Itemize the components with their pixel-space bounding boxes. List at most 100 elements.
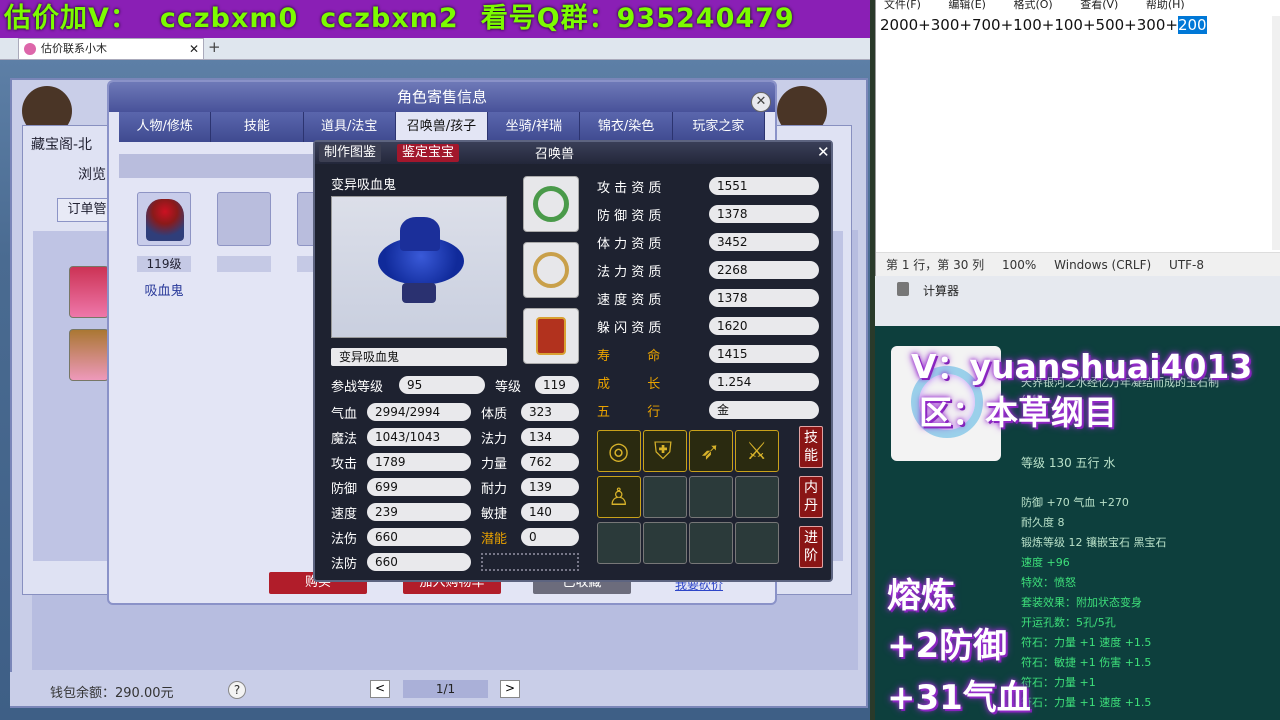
stat-label-hp: 气血 <box>331 407 358 422</box>
tab-character[interactable]: 人物/修炼 <box>119 112 212 142</box>
stat-value-endurance: 139 <box>521 478 579 496</box>
bow-skill-icon: ➶ <box>700 437 721 465</box>
tab-mounts[interactable]: 坐骑/祥瑞 <box>488 112 581 142</box>
scrollbar[interactable] <box>1272 16 1280 250</box>
growth-value: 1.254 <box>709 373 819 391</box>
help-button[interactable]: ? <box>228 681 246 699</box>
stat-value-mp: 1043/1043 <box>367 428 471 446</box>
item-attr-8: 符石：力量 +1 速度 +1.5 <box>1021 636 1152 649</box>
notepad-window: 文件(F) 编辑(E) 格式(O) 查看(V) 帮助(H) 2000+300+7… <box>875 0 1280 276</box>
sword-skill-icon: ⚔ <box>746 437 768 465</box>
tab-pets[interactable]: 召唤兽/孩子 <box>395 112 489 142</box>
pet-slot-1[interactable] <box>137 192 191 246</box>
menu-format[interactable]: 格式(O) <box>1013 0 1052 11</box>
prev-page-button[interactable]: < <box>370 680 390 698</box>
status-line-ending: Windows (CRLF) <box>1054 258 1152 272</box>
pet-detail-panel: 制作图鉴 鉴定宝宝 召唤兽 ✕ 变异吸血鬼 变异吸血鬼 参战等级 95 等级 1… <box>313 140 833 582</box>
pet-slot-name: 吸血鬼 <box>144 284 184 299</box>
battle-level-label: 参战等级 <box>331 380 384 395</box>
menu-file[interactable]: 文件(F) <box>884 0 921 11</box>
aptitude-value-defense: 1378 <box>709 205 819 223</box>
pet-panel-title: 召唤兽 <box>535 147 575 162</box>
dialog-title: 角色寄售信息 <box>396 88 487 106</box>
stat-value-magic-defense: 660 <box>367 553 471 571</box>
skill-slot-2[interactable]: ⛨ <box>643 430 687 472</box>
stat-label-mp: 魔法 <box>331 432 358 447</box>
pet-name-field[interactable]: 变异吸血鬼 <box>331 348 507 366</box>
battle-level-value: 95 <box>399 376 485 394</box>
stat-label-agility: 敏捷 <box>481 507 508 522</box>
skill-slot-4[interactable]: ⚔ <box>735 430 779 472</box>
stat-value-attack: 1789 <box>367 453 471 471</box>
decorative-pattern <box>481 553 579 571</box>
skill-slot-10[interactable] <box>643 522 687 564</box>
promo-banner: 估价加V： cczbxm0 cczbxm2 看号Q群：935240479 <box>0 0 870 38</box>
skills-side-button[interactable]: 技能 <box>799 426 823 468</box>
item-attr-1: 防御 +70 气血 +270 <box>1021 496 1129 509</box>
browse-tab[interactable]: 浏览 <box>78 164 106 184</box>
tab-outfits[interactable]: 锦衣/染色 <box>580 112 673 142</box>
aptitude-label-stamina: 体 力 资 质 <box>597 237 662 252</box>
item-attr-9: 符石：敏捷 +1 伤害 +1.5 <box>1021 656 1152 669</box>
equip-slot-1[interactable] <box>523 176 579 232</box>
skill-slot-9[interactable] <box>597 522 641 564</box>
browser-tab[interactable]: 估价联系小木 ✕ <box>18 38 204 59</box>
banner-text-4: 看号Q群：935240479 <box>480 3 795 34</box>
stat-label-constitution: 体质 <box>481 407 508 422</box>
skill-slot-1[interactable]: ◎ <box>597 430 641 472</box>
stat-label-strength: 力量 <box>481 457 508 472</box>
tab-home[interactable]: 玩家之家 <box>672 112 765 142</box>
new-tab-button[interactable]: + <box>208 38 221 56</box>
equip-slot-3[interactable] <box>523 308 579 364</box>
equip-slot-2[interactable] <box>523 242 579 298</box>
notepad-menubar: 文件(F) 编辑(E) 格式(O) 查看(V) 帮助(H) <box>876 0 1280 12</box>
make-catalog-button[interactable]: 制作图鉴 <box>319 144 382 162</box>
armor-icon <box>536 317 566 355</box>
item-attr-6: 套装效果：附加状态变身 <box>1021 596 1142 609</box>
stat-value-agility: 140 <box>521 503 579 521</box>
next-page-button[interactable]: > <box>500 680 520 698</box>
stat-label-magic-damage: 法伤 <box>331 532 358 547</box>
character-portrait-2[interactable] <box>69 329 109 381</box>
skill-slot-8[interactable] <box>735 476 779 518</box>
stat-label-endurance: 耐力 <box>481 482 508 497</box>
page-indicator: 1/1 <box>403 680 488 698</box>
menu-edit[interactable]: 编辑(E) <box>948 0 986 11</box>
skill-slot-3[interactable]: ➶ <box>689 430 733 472</box>
notepad-text-area[interactable]: 2000+300+700+100+100+500+300+200 <box>880 16 1207 34</box>
menu-view[interactable]: 查看(V) <box>1080 0 1118 11</box>
pet-slot-2[interactable] <box>217 192 271 246</box>
item-attr-7: 开运孔数：5孔/5孔 <box>1021 616 1116 629</box>
browser-tab-title: 估价联系小木 <box>41 42 107 55</box>
skill-slot-5[interactable]: ♙ <box>597 476 641 518</box>
item-attr-3: 锻炼等级 12 镶嵌宝石 黑宝石 <box>1021 536 1167 549</box>
inner-core-side-button[interactable]: 内丹 <box>799 476 823 518</box>
pet-slot-level: 119级 <box>137 256 191 272</box>
tab-skills[interactable]: 技能 <box>211 112 304 142</box>
stat-value-hp: 2994/2994 <box>367 403 471 421</box>
overlay-smelt: 熔炼 <box>887 576 955 616</box>
skill-slot-12[interactable] <box>735 522 779 564</box>
appraise-pet-button[interactable]: 鉴定宝宝 <box>397 144 460 162</box>
status-encoding: UTF-8 <box>1169 258 1205 272</box>
skill-slot-7[interactable] <box>689 476 733 518</box>
pet-model-view <box>331 196 507 338</box>
aptitude-label-dodge: 躲 闪 资 质 <box>597 321 662 336</box>
overlay-hp: +31气血 <box>887 678 1031 718</box>
aptitude-value-magic: 2268 <box>709 261 819 279</box>
advance-side-button[interactable]: 进阶 <box>799 526 823 568</box>
eye-skill-icon: ◎ <box>608 437 629 465</box>
element-label: 五 行 <box>597 405 661 420</box>
close-icon[interactable]: ✕ <box>751 92 771 112</box>
skill-slot-6[interactable] <box>643 476 687 518</box>
pet-legs-shape <box>402 283 436 303</box>
close-icon[interactable]: ✕ <box>189 39 199 59</box>
tab-items[interactable]: 道具/法宝 <box>303 112 396 142</box>
calculator-title: 计算器 <box>923 284 960 298</box>
skill-slot-11[interactable] <box>689 522 733 564</box>
stat-label-mana: 法力 <box>481 432 508 447</box>
item-attr-2: 耐久度 8 <box>1021 516 1065 529</box>
menu-help[interactable]: 帮助(H) <box>1146 0 1185 11</box>
character-portrait-1[interactable] <box>69 266 109 318</box>
close-icon[interactable]: ✕ <box>817 143 830 161</box>
